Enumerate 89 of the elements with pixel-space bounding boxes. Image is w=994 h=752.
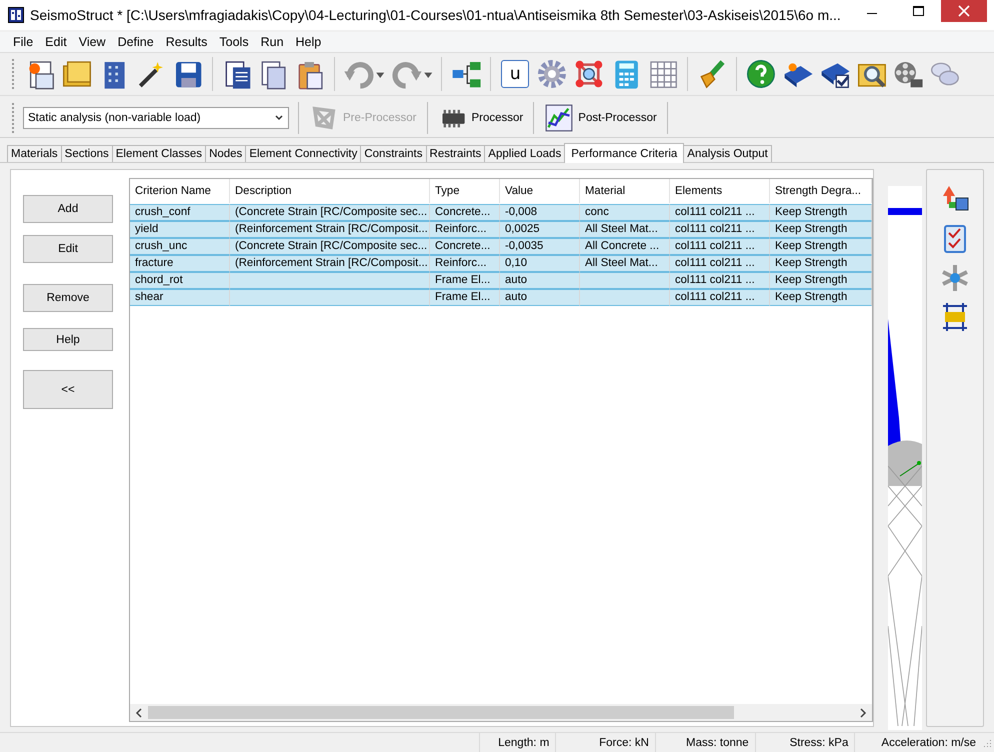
status-text: Acceleration: m/se bbox=[854, 732, 982, 752]
help-icon[interactable] bbox=[744, 58, 777, 90]
table-cell: col111 col211 ... bbox=[670, 238, 770, 255]
column-header[interactable]: Type bbox=[430, 179, 500, 203]
tab[interactable]: Element Connectivity bbox=[245, 145, 362, 162]
menu-item[interactable]: Help bbox=[290, 35, 328, 49]
status-text: Stress: kPa bbox=[754, 732, 854, 752]
table-cell: (Reinforcement Strain [RC/Composit... bbox=[230, 221, 430, 238]
table-cell: (Reinforcement Strain [RC/Composit... bbox=[230, 255, 430, 272]
table-cell: col111 col211 ... bbox=[670, 289, 770, 306]
line-chart-icon bbox=[544, 104, 574, 132]
table-cell: Reinforc... bbox=[430, 221, 500, 238]
status-text: Force: kN bbox=[555, 732, 655, 752]
table-cell: crush_unc bbox=[130, 238, 230, 255]
table-cell: col111 col211 ... bbox=[670, 255, 770, 272]
table-cell: col111 col211 ... bbox=[670, 221, 770, 238]
table-cell: chord_rot bbox=[130, 272, 230, 289]
table-cell: fracture bbox=[130, 255, 230, 272]
side-button[interactable]: Help bbox=[23, 328, 113, 351]
table-cell: Keep Strength bbox=[770, 255, 872, 272]
column-header[interactable]: Criterion Name bbox=[130, 179, 230, 203]
unit-button[interactable]: u bbox=[501, 60, 530, 88]
3d-model-view[interactable] bbox=[888, 186, 922, 730]
status-text: Length: m bbox=[478, 732, 556, 752]
analysis-type-dropdown[interactable]: Static analysis (non-variable load) bbox=[23, 106, 289, 128]
table-cell: Keep Strength bbox=[770, 289, 872, 306]
table-cell: -0,0035 bbox=[500, 238, 580, 255]
table-row[interactable]: fracture (Reinforcement Strain [RC/Composit... Reinforc... 0,10 All Steel Mat... col111 col211 ... Keep Strength bbox=[130, 255, 872, 272]
table-cell: -0,008 bbox=[500, 204, 580, 221]
menu-item[interactable]: Run bbox=[254, 35, 290, 49]
table-cell: auto bbox=[500, 272, 580, 289]
table-cell: shear bbox=[130, 289, 230, 306]
table-cell: col111 col211 ... bbox=[670, 204, 770, 221]
menu-item[interactable]: Edit bbox=[39, 35, 73, 49]
module-button[interactable]: Processor bbox=[428, 102, 534, 134]
table-row[interactable]: shear Frame El... auto col111 col211 ... Keep Strength bbox=[130, 289, 872, 306]
menu-item[interactable]: Define bbox=[112, 35, 160, 49]
table-cell: (Concrete Strain [RC/Composite sec... bbox=[230, 204, 430, 221]
table-cell: Keep Strength bbox=[770, 221, 872, 238]
horizontal-scrollbar[interactable] bbox=[130, 704, 872, 721]
table-cell: All Steel Mat... bbox=[580, 255, 670, 272]
side-button[interactable]: Remove bbox=[23, 284, 113, 312]
column-header[interactable]: Elements bbox=[670, 179, 770, 203]
table-cell: Keep Strength bbox=[770, 204, 872, 221]
table-row[interactable]: yield (Reinforcement Strain [RC/Composit... Reinforc... 0,0025 All Steel Mat... col111 col211 ... Keep Strength bbox=[130, 221, 872, 238]
table-cell: 0,0025 bbox=[500, 221, 580, 238]
table-cell: yield bbox=[130, 221, 230, 238]
menu-item[interactable]: Results bbox=[160, 35, 214, 49]
window-title: SeismoStruct * [C:\Users\mfragiadakis\Copy\04-Lecturing\01-Courses\01-ntua\Antiseismika 8th Semester\03-Askiseis\2015\6o m... bbox=[30, 7, 841, 23]
side-button[interactable]: Add bbox=[23, 195, 113, 223]
gear-icon[interactable] bbox=[536, 58, 568, 90]
table-cell: conc bbox=[580, 204, 670, 221]
table-cell: Frame El... bbox=[430, 289, 500, 306]
table-row[interactable]: crush_conf (Concrete Strain [RC/Composite sec... Concrete... -0,008 conc col111 col211 ... Keep Strength bbox=[130, 204, 872, 221]
table-cell: Concrete... bbox=[430, 204, 500, 221]
status-text: Mass: tonne bbox=[654, 732, 755, 752]
app-icon bbox=[8, 7, 24, 23]
column-header[interactable]: Strength Degra... bbox=[770, 179, 872, 203]
table-cell: All Steel Mat... bbox=[580, 221, 670, 238]
table-row[interactable]: crush_unc (Concrete Strain [RC/Composite sec... Concrete... -0,0035 All Concrete ... col111 col211 ... Keep Strength bbox=[130, 238, 872, 255]
menu-item[interactable]: File bbox=[7, 35, 40, 49]
node-star-icon[interactable] bbox=[939, 262, 971, 294]
column-header[interactable]: Description bbox=[230, 179, 430, 203]
module-button[interactable]: Post-Processor bbox=[534, 102, 667, 134]
table-cell: auto bbox=[500, 289, 580, 306]
tab[interactable]: Analysis Output bbox=[683, 145, 772, 162]
table-cell: All Concrete ... bbox=[580, 238, 670, 255]
table-cell: 0,10 bbox=[500, 255, 580, 272]
table-row[interactable]: chord_rot Frame El... auto col111 col211 ... Keep Strength bbox=[130, 272, 872, 289]
side-button[interactable]: << bbox=[23, 370, 113, 409]
column-header[interactable]: Material bbox=[580, 179, 670, 203]
table-cell: col111 col211 ... bbox=[670, 272, 770, 289]
table-cell: Concrete... bbox=[430, 238, 500, 255]
tab[interactable]: Materials bbox=[7, 145, 62, 162]
table-cell: (Concrete Strain [RC/Composite sec... bbox=[230, 238, 430, 255]
resize-grip-icon[interactable] bbox=[982, 738, 992, 748]
column-header[interactable]: Value bbox=[500, 179, 580, 203]
tab[interactable]: Applied Loads bbox=[484, 145, 566, 162]
close-icon[interactable] bbox=[941, 0, 987, 22]
table-cell: Reinforc... bbox=[430, 255, 500, 272]
tab[interactable]: Performance Criteria bbox=[564, 143, 684, 163]
table-cell: crush_conf bbox=[130, 204, 230, 221]
table-cell: Keep Strength bbox=[770, 272, 872, 289]
side-button[interactable]: Edit bbox=[23, 235, 113, 263]
menu-item[interactable]: Tools bbox=[213, 35, 255, 49]
menu-item[interactable]: View bbox=[72, 35, 112, 49]
table-cell: Keep Strength bbox=[770, 238, 872, 255]
dropdown-caret-icon[interactable] bbox=[274, 112, 284, 122]
table-cell: Frame El... bbox=[430, 272, 500, 289]
